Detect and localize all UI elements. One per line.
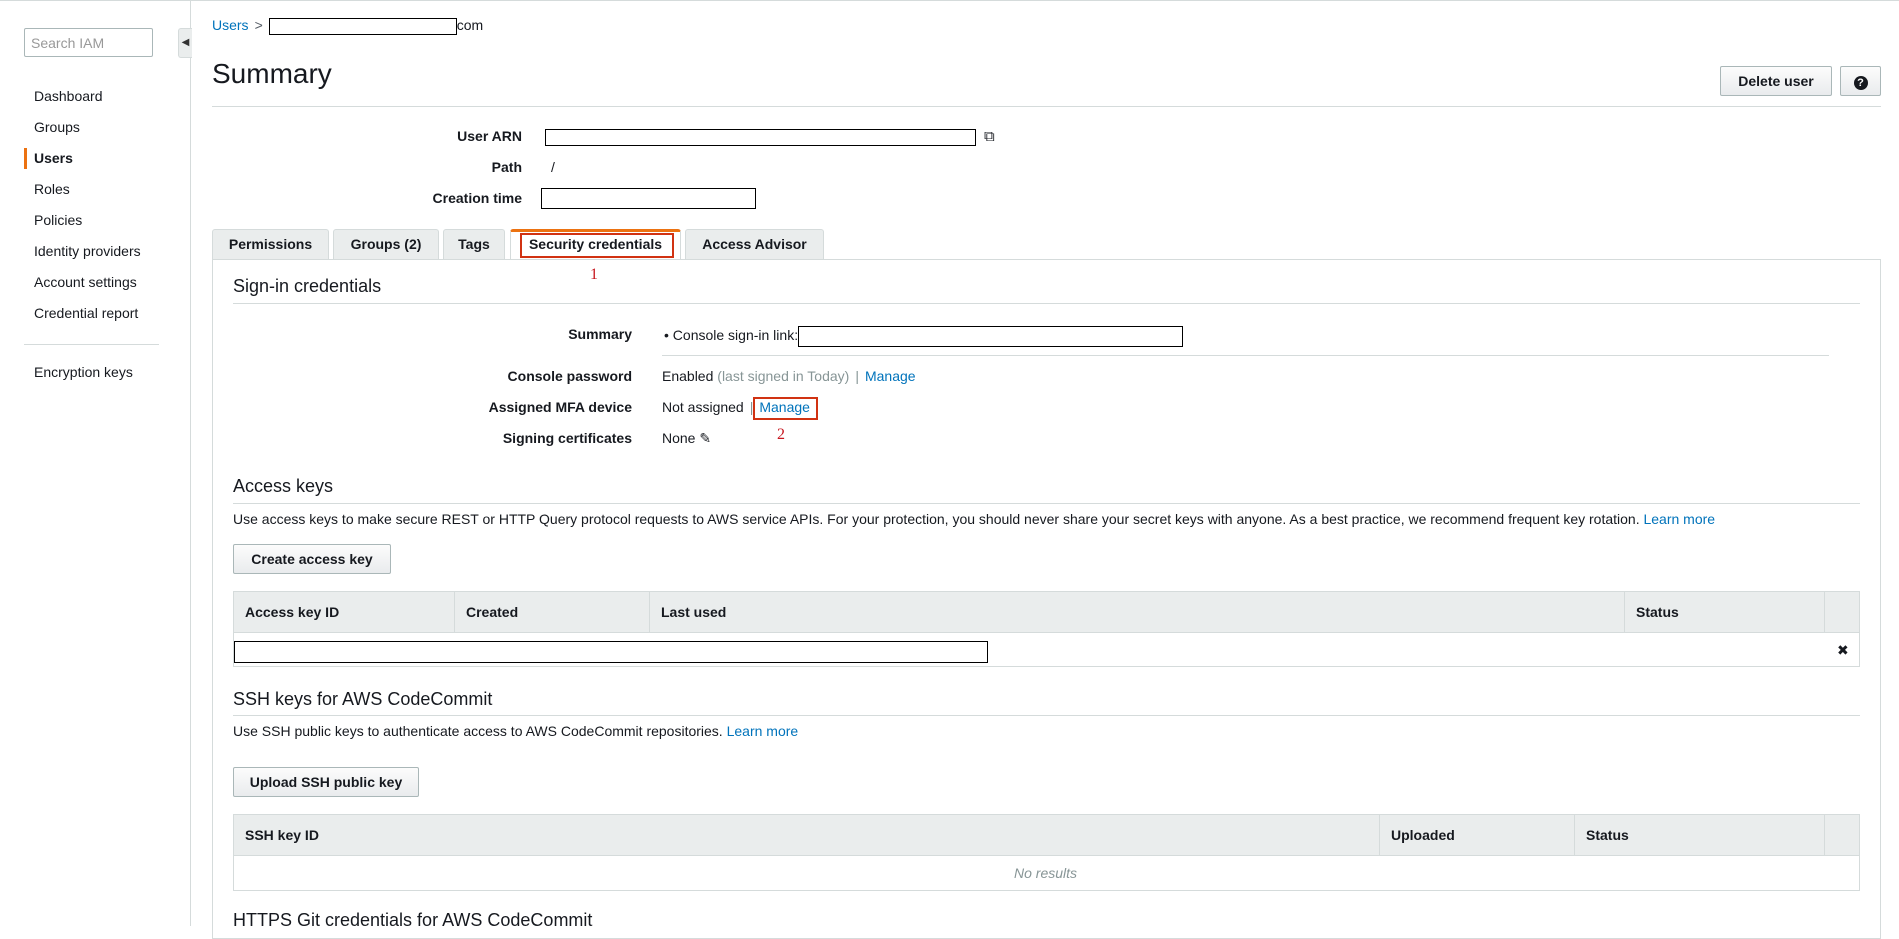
sidebar-item-users[interactable]: Users (0, 143, 190, 174)
header-divider (212, 106, 1881, 107)
pipe-separator: | (855, 368, 859, 384)
ssh-keys-description: Use SSH public keys to authenticate acce… (233, 723, 798, 739)
column-header-last-used[interactable]: Last used (650, 592, 1625, 632)
access-keys-table-header: Access key ID Created Last used Status (234, 592, 1859, 633)
console-password-value: Enabled (last signed in Today) | Manage (662, 368, 916, 384)
redacted-access-key-row (234, 641, 988, 663)
summary-divider (662, 355, 1829, 356)
mfa-device-label: Assigned MFA device (488, 399, 632, 415)
bullet-icon: • (664, 327, 669, 344)
redacted-username (268, 17, 457, 35)
sidebar-divider (24, 344, 159, 345)
column-header-created[interactable]: Created (455, 592, 650, 632)
access-keys-description: Use access keys to make secure REST or H… (233, 511, 1715, 527)
user-arn-label: User ARN (457, 128, 522, 144)
https-git-title: HTTPS Git credentials for AWS CodeCommit (233, 910, 593, 930)
ssh-keys-table: SSH key ID Uploaded Status No results (233, 814, 1860, 891)
sidebar-item-dashboard[interactable]: Dashboard (0, 81, 190, 112)
summary-label: Summary (568, 326, 632, 342)
ssh-keys-divider (233, 715, 1860, 716)
ssh-keys-description-text: Use SSH public keys to authenticate acce… (233, 723, 723, 739)
breadcrumb-chevron-icon: > (254, 17, 263, 33)
ssh-keys-title: SSH keys for AWS CodeCommit (233, 689, 493, 709)
page-title: Summary (212, 58, 332, 89)
question-icon: ? (1853, 76, 1868, 90)
column-header-ssh-status[interactable]: Status (1575, 815, 1825, 855)
redacted-creation-time (541, 188, 756, 209)
ssh-keys-learn-more-link[interactable]: Learn more (727, 723, 799, 739)
sidebar-item-policies[interactable]: Policies (0, 205, 190, 236)
table-row: ✖ (234, 633, 1859, 666)
column-header-uploaded[interactable]: Uploaded (1380, 815, 1575, 855)
signin-section-title: Sign-in credentials (233, 276, 382, 296)
console-link-label: Console sign-in link: (672, 327, 799, 344)
tab-tags[interactable]: Tags (443, 229, 505, 259)
ssh-keys-table-header: SSH key ID Uploaded Status (234, 815, 1859, 856)
access-keys-table: Access key ID Created Last used Status ✖ (233, 591, 1860, 667)
password-status: Enabled (662, 368, 714, 384)
tab-groups[interactable]: Groups (2) (333, 229, 439, 259)
annotation-box-1 (520, 233, 674, 258)
sidebar-item-identity-providers[interactable]: Identity providers (0, 236, 190, 267)
console-password-label: Console password (507, 368, 632, 384)
signin-divider (233, 303, 1860, 304)
column-header-ssh-key-id[interactable]: SSH key ID (234, 815, 1380, 855)
breadcrumb-users-link[interactable]: Users (212, 17, 249, 33)
console-link-row: • Console sign-in link: (664, 326, 1184, 347)
search-input[interactable] (24, 28, 153, 57)
path-label: Path (491, 159, 522, 175)
breadcrumb: Users > com (212, 17, 483, 35)
signing-certs-value: None ✎ (662, 430, 711, 447)
sidebar-item-groups[interactable]: Groups (0, 112, 190, 143)
sidebar-nav: Dashboard Groups Users Roles Policies Id… (0, 81, 190, 329)
delete-user-button[interactable]: Delete user (1720, 66, 1832, 96)
create-access-key-button[interactable]: Create access key (233, 544, 391, 574)
tab-access-advisor[interactable]: Access Advisor (685, 229, 824, 259)
redacted-arn (545, 129, 976, 146)
pencil-icon[interactable]: ✎ (699, 430, 711, 446)
access-keys-title: Access keys (233, 476, 334, 496)
tab-permissions[interactable]: Permissions (212, 229, 329, 259)
column-header-access-key-id[interactable]: Access key ID (234, 592, 455, 632)
top-border (0, 0, 1899, 1)
path-value: / (551, 159, 555, 175)
redacted-console-link (798, 326, 1184, 347)
access-keys-learn-more-link[interactable]: Learn more (1643, 511, 1715, 527)
ssh-no-results: No results (1014, 865, 1078, 881)
sidebar-item-credential-report[interactable]: Credential report (0, 298, 190, 329)
breadcrumb-suffix: com (456, 17, 484, 33)
upload-ssh-key-button[interactable]: Upload SSH public key (233, 767, 419, 797)
sidebar-item-roles[interactable]: Roles (0, 174, 190, 205)
creation-time-label: Creation time (432, 190, 522, 206)
help-button[interactable]: ? (1840, 66, 1881, 96)
sidebar-collapse-button[interactable]: ◀ (178, 28, 192, 58)
delete-key-icon[interactable]: ✖ (1837, 642, 1849, 659)
column-header-status[interactable]: Status (1625, 592, 1825, 632)
copy-icon[interactable]: ⧉ (984, 128, 995, 145)
sidebar-item-account-settings[interactable]: Account settings (0, 267, 190, 298)
sidebar-item-encryption-keys[interactable]: Encryption keys (34, 364, 133, 380)
manage-password-link[interactable]: Manage (865, 368, 916, 384)
mfa-status: Not assigned (662, 399, 744, 415)
sidebar: Dashboard Groups Users Roles Policies Id… (0, 1, 191, 926)
access-keys-divider (233, 503, 1860, 504)
signing-certs-label: Signing certificates (502, 430, 632, 446)
annotation-box-2 (753, 397, 818, 420)
access-keys-description-text: Use access keys to make secure REST or H… (233, 511, 1640, 527)
certs-value: None (662, 430, 696, 446)
caret-left-icon: ◀ (181, 37, 190, 48)
password-note: (last signed in Today) (717, 368, 850, 384)
annotation-label-2: 2 (777, 426, 785, 443)
